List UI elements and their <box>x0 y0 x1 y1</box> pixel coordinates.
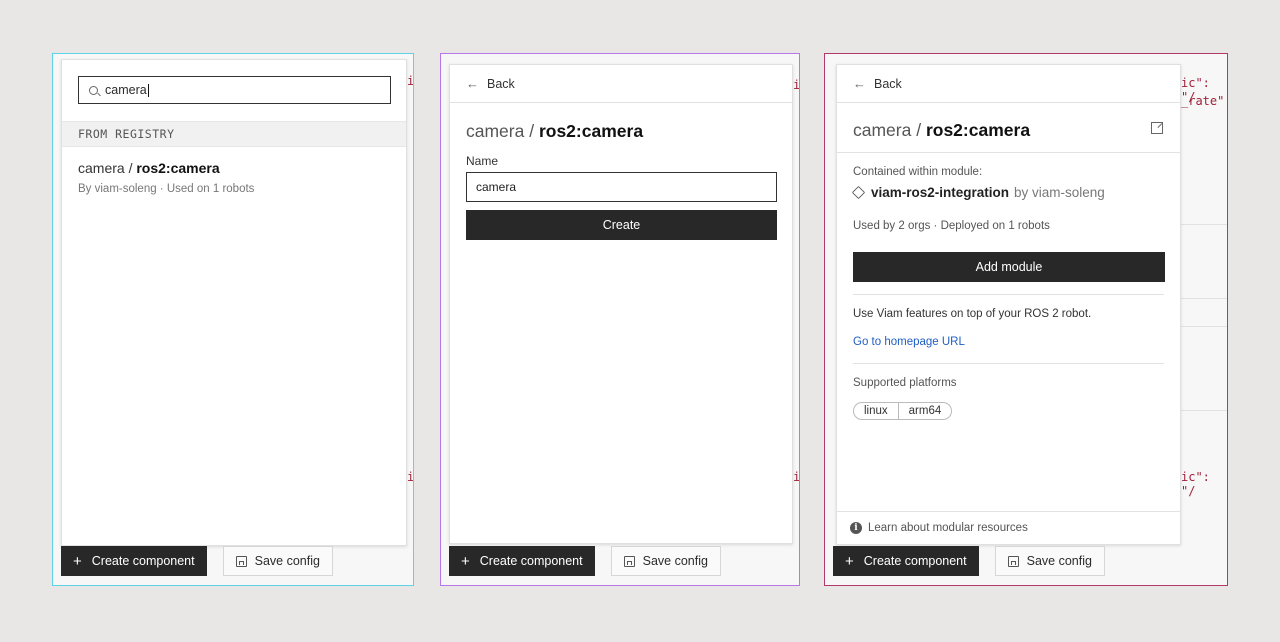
platform-chip: arm64 <box>897 402 953 420</box>
module-detail-panel: ← Back camera / ros2:camera Contained wi… <box>836 64 1181 545</box>
save-config-button[interactable]: Save config <box>610 546 721 576</box>
bottom-bar: + Create component Save config <box>449 546 721 576</box>
panel-title: camera / ros2:camera <box>853 120 1030 141</box>
save-icon <box>623 555 635 567</box>
learn-more-link: Learn about modular resources <box>868 522 1028 534</box>
arrow-left-icon: ← <box>853 76 866 91</box>
save-config-button[interactable]: Save config <box>994 546 1105 576</box>
save-config-button[interactable]: Save config <box>222 546 333 576</box>
background-code-fragment: ic": "/ <box>1181 470 1210 498</box>
cube-icon <box>851 185 866 200</box>
background-divider <box>1181 298 1227 299</box>
frame-search: i i camera FROM REGISTRY camera / ros2:c… <box>52 53 414 586</box>
back-label: Back <box>487 76 515 91</box>
save-config-label: Save config <box>1026 554 1092 568</box>
usage-text: Used by 2 orgs · Deployed on 1 robots <box>853 220 1050 232</box>
back-button[interactable]: ← Back <box>837 65 1180 103</box>
save-icon <box>235 555 247 567</box>
homepage-link[interactable]: Go to homepage URL <box>853 336 965 348</box>
plus-icon: + <box>73 552 82 570</box>
info-icon: i <box>850 522 862 534</box>
frame-detail: ic": "/ _rate" ic": "/ ← Back camera / r… <box>824 53 1228 586</box>
background-divider <box>1181 224 1227 225</box>
bottom-bar: + Create component Save config <box>61 546 333 576</box>
create-component-button[interactable]: + Create component <box>833 546 979 576</box>
module-author: by viam-soleng <box>1014 185 1105 200</box>
platform-chip: linux <box>853 402 898 420</box>
back-button[interactable]: ← Back <box>450 65 792 103</box>
background-code-fragment: _rate" <box>1181 94 1225 108</box>
bottom-bar: + Create component Save config <box>833 546 1105 576</box>
title-prefix: camera / <box>853 120 926 140</box>
title-name: ros2:camera <box>925 120 1031 140</box>
contained-label: Contained within module: <box>853 166 983 178</box>
divider <box>837 152 1180 153</box>
create-component-label: Create component <box>479 554 583 568</box>
background-code-fragment: i <box>793 470 800 484</box>
result-item[interactable]: camera / ros2:camera <box>78 160 220 176</box>
learn-more-footer[interactable]: i Learn about modular resources <box>837 511 1180 544</box>
divider <box>853 363 1164 364</box>
background-divider <box>1181 410 1227 411</box>
title-prefix: camera / <box>466 121 539 141</box>
search-query: camera <box>105 83 147 97</box>
platform-chips: linux arm64 <box>853 402 953 420</box>
background-code-fragment: i <box>407 74 414 88</box>
title-name: ros2:camera <box>538 121 644 141</box>
module-description: Use Viam features on top of your ROS 2 r… <box>853 308 1092 320</box>
section-header: FROM REGISTRY <box>62 121 406 147</box>
arrow-left-icon: ← <box>466 76 479 91</box>
create-component-button[interactable]: + Create component <box>449 546 595 576</box>
divider <box>853 294 1164 295</box>
search-panel: camera FROM REGISTRY camera / ros2:camer… <box>61 59 407 546</box>
create-component-button[interactable]: + Create component <box>61 546 207 576</box>
create-component-label: Create component <box>91 554 195 568</box>
background-divider <box>1181 326 1227 327</box>
create-button[interactable]: Create <box>466 210 777 240</box>
frame-create: i i ← Back camera / ros2:camera Name cam… <box>440 53 800 586</box>
background-code-fragment: i <box>407 470 414 484</box>
save-config-label: Save config <box>254 554 320 568</box>
search-input[interactable]: camera <box>78 76 391 104</box>
back-label: Back <box>874 76 902 91</box>
result-subtitle: By viam-soleng · Used on 1 robots <box>78 183 255 195</box>
add-module-button[interactable]: Add module <box>853 252 1165 282</box>
module-name[interactable]: viam-ros2-integration <box>871 185 1009 200</box>
create-component-label: Create component <box>863 554 967 568</box>
module-row: viam-ros2-integration by viam-soleng <box>851 185 1105 200</box>
platforms-label: Supported platforms <box>853 377 957 389</box>
external-link-icon[interactable] <box>1151 122 1163 134</box>
plus-icon: + <box>461 552 470 570</box>
create-panel: ← Back camera / ros2:camera Name camera … <box>449 64 793 544</box>
save-config-label: Save config <box>642 554 708 568</box>
result-prefix: camera / <box>78 160 137 176</box>
name-label: Name <box>466 154 499 168</box>
plus-icon: + <box>845 552 854 570</box>
search-icon <box>89 85 98 95</box>
background-code-fragment: i <box>793 78 800 92</box>
text-caret <box>147 83 149 97</box>
panel-title: camera / ros2:camera <box>466 121 643 142</box>
save-icon <box>1007 555 1019 567</box>
result-name: ros2:camera <box>136 160 220 176</box>
name-input[interactable]: camera <box>466 172 777 202</box>
